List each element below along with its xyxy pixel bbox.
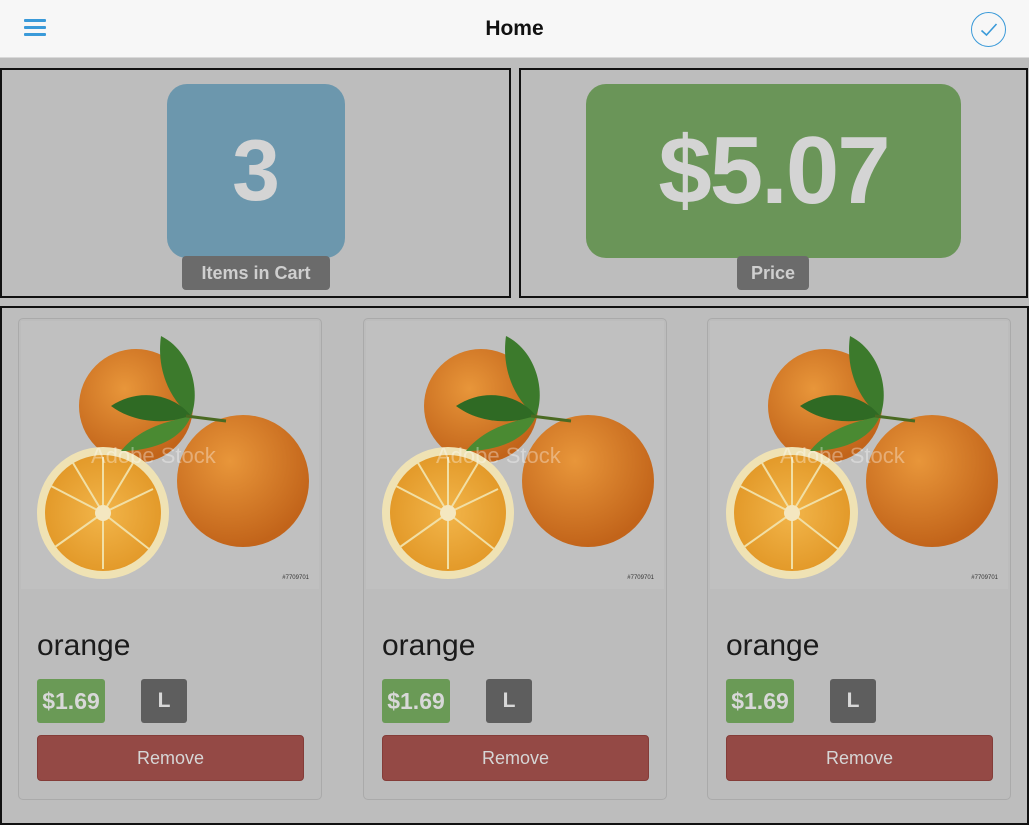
product-name: orange — [382, 629, 476, 662]
product-price-badge: $1.69 — [37, 679, 105, 723]
stock-id: #7709701 — [282, 575, 309, 581]
checkmark-icon — [980, 23, 998, 37]
price-panel: $5.07 Price — [519, 68, 1028, 298]
orange-product-image: Adobe Stock #7709701 — [366, 321, 664, 589]
stock-id: #7709701 — [627, 575, 654, 581]
product-size-badge: L — [486, 679, 532, 723]
nav-header: Home — [0, 0, 1029, 58]
price-label: Price — [737, 256, 809, 290]
orange-product-image: Adobe Stock #7709701 — [710, 321, 1008, 589]
product-size-badge: L — [141, 679, 187, 723]
remove-button[interactable]: Remove — [37, 735, 304, 781]
remove-button[interactable]: Remove — [382, 735, 649, 781]
watermark-text: Adobe Stock — [91, 443, 216, 468]
product-price-badge: $1.69 — [382, 679, 450, 723]
product-size-badge: L — [830, 679, 876, 723]
total-price: $5.07 — [586, 84, 961, 258]
product-name: orange — [726, 629, 820, 662]
watermark-text: Adobe Stock — [780, 443, 905, 468]
remove-button[interactable]: Remove — [726, 735, 993, 781]
items-count: 3 — [167, 84, 345, 258]
stock-id: #7709701 — [971, 575, 998, 581]
watermark-text: Adobe Stock — [436, 443, 561, 468]
product-card: Adobe Stock #7709701 orange $1.69 L Remo… — [18, 318, 322, 800]
page-title: Home — [485, 17, 544, 40]
product-card: Adobe Stock #7709701 orange $1.69 L Remo… — [363, 318, 667, 800]
confirm-button[interactable] — [971, 12, 1006, 47]
orange-product-image: Adobe Stock #7709701 — [21, 321, 319, 589]
product-name: orange — [37, 629, 131, 662]
items-in-cart-panel: 3 Items in Cart — [0, 68, 511, 298]
cart-products-list: Adobe Stock #7709701 orange $1.69 L Remo… — [0, 306, 1029, 825]
items-in-cart-label: Items in Cart — [182, 256, 330, 290]
product-price-badge: $1.69 — [726, 679, 794, 723]
product-card: Adobe Stock #7709701 orange $1.69 L Remo… — [707, 318, 1011, 800]
